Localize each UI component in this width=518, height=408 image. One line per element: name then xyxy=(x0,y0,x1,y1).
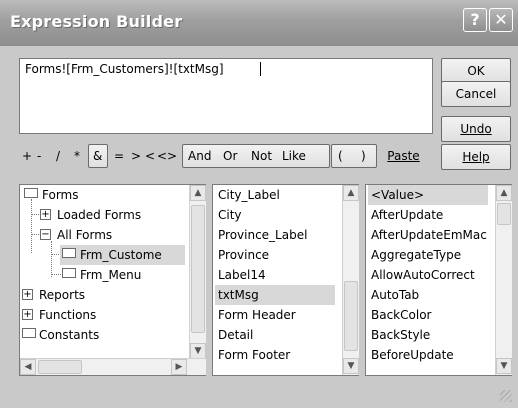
operator-greater[interactable]: > xyxy=(131,144,141,168)
plus-expand-icon: + xyxy=(40,209,51,220)
minus-collapse-icon: − xyxy=(40,229,51,240)
tree-item-constants[interactable]: Constants xyxy=(20,325,185,345)
window-title: Expression Builder xyxy=(10,12,183,31)
operator-not-equal[interactable]: <> xyxy=(157,144,177,168)
tree-label: Reports xyxy=(39,288,86,302)
field-item[interactable]: Form Header xyxy=(218,305,296,325)
operator-or[interactable]: Or xyxy=(223,144,237,168)
tree-item-forms[interactable]: Forms xyxy=(20,185,185,205)
operator-minus[interactable]: - xyxy=(37,144,41,168)
operator-equals[interactable]: = xyxy=(114,144,124,168)
scroll-thumb[interactable] xyxy=(38,360,82,374)
help-button[interactable]: Help xyxy=(441,144,511,170)
tree-label: Loaded Forms xyxy=(57,208,142,222)
scroll-thumb[interactable] xyxy=(344,281,358,351)
resize-grip[interactable] xyxy=(500,390,512,402)
folder-open-icon xyxy=(62,248,76,258)
operator-like[interactable]: Like xyxy=(282,144,306,168)
property-item[interactable]: AggregateType xyxy=(371,245,461,265)
folder-tree-pane[interactable]: Forms + Loaded Forms − All Forms Frm_Cus… xyxy=(19,184,206,376)
folder-open-icon xyxy=(24,188,38,198)
operator-not[interactable]: Not xyxy=(251,144,272,168)
tree-item-frm-menu[interactable]: Frm_Menu xyxy=(60,265,185,285)
property-item[interactable]: AutoTab xyxy=(371,285,419,305)
cancel-button[interactable]: Cancel xyxy=(441,81,511,107)
field-item[interactable]: Province xyxy=(218,245,269,265)
expression-value: Forms![Frm_Customers]![txtMsg] xyxy=(25,62,224,76)
tree-label: Frm_Menu xyxy=(80,268,142,282)
tree-item-frm-customers[interactable]: Frm_Custome xyxy=(60,245,185,265)
field-item-selected[interactable]: txtMsg xyxy=(215,285,335,305)
scroll-down-icon[interactable]: ▼ xyxy=(496,358,512,374)
property-item-selected[interactable]: <Value> xyxy=(368,185,488,205)
close-button[interactable]: ✕ xyxy=(489,8,513,32)
undo-button[interactable]: Undo xyxy=(441,116,511,142)
tree-label: Constants xyxy=(39,328,100,342)
tree-item-functions[interactable]: + Functions xyxy=(20,305,185,325)
properties-list-pane[interactable]: <Value> AfterUpdate AfterUpdateEmMac Agg… xyxy=(365,184,512,376)
field-item[interactable]: Form Footer xyxy=(218,345,290,365)
plus-expand-icon: + xyxy=(22,309,33,320)
operator-multiply[interactable]: * xyxy=(74,144,80,168)
field-item[interactable]: City xyxy=(218,205,242,225)
scroll-up-icon[interactable]: ▲ xyxy=(190,185,206,201)
operator-plus[interactable]: + xyxy=(22,144,32,168)
operator-ampersand[interactable]: & xyxy=(93,144,102,168)
tree-vertical-scrollbar[interactable]: ▲ ▼ xyxy=(189,185,206,360)
tree-label: All Forms xyxy=(57,228,113,242)
folder-icon xyxy=(22,328,36,338)
tree-horizontal-scrollbar[interactable]: ◀ ▶ xyxy=(20,358,206,375)
operator-open-paren[interactable]: ( xyxy=(338,144,343,168)
property-item[interactable]: BackColor xyxy=(371,305,431,325)
tree-item-loaded-forms[interactable]: + Loaded Forms xyxy=(20,205,185,225)
tree-item-all-forms[interactable]: − All Forms xyxy=(20,225,185,245)
operator-close-paren[interactable]: ) xyxy=(361,144,366,168)
close-icon: ✕ xyxy=(494,10,508,29)
folder-icon xyxy=(62,268,76,278)
title-bar: Expression Builder ? ✕ xyxy=(0,0,518,46)
scroll-thumb[interactable] xyxy=(191,205,205,333)
expression-builder-window: Expression Builder ? ✕ Forms![Frm_Custom… xyxy=(0,0,518,408)
plus-expand-icon: + xyxy=(22,289,33,300)
scroll-left-icon[interactable]: ◀ xyxy=(20,359,36,375)
operator-less[interactable]: < xyxy=(145,144,155,168)
operator-and[interactable]: And xyxy=(188,144,211,168)
text-caret xyxy=(260,62,261,76)
tree-line xyxy=(51,241,52,277)
fields-vertical-scrollbar[interactable]: ▲ ▼ xyxy=(342,185,359,375)
question-icon: ? xyxy=(470,10,480,29)
scroll-down-icon[interactable]: ▼ xyxy=(343,358,359,374)
field-item[interactable]: Province_Label xyxy=(218,225,307,245)
paste-label: Paste xyxy=(387,149,420,163)
help-title-button[interactable]: ? xyxy=(463,8,487,32)
fields-list-pane[interactable]: City_Label City Province_Label Province … xyxy=(212,184,359,376)
field-item[interactable]: Label14 xyxy=(218,265,266,285)
tree-label: Functions xyxy=(39,308,97,322)
scroll-up-icon[interactable]: ▲ xyxy=(496,185,512,201)
expression-textbox[interactable]: Forms![Frm_Customers]![txtMsg] xyxy=(19,58,433,134)
scroll-up-icon[interactable]: ▲ xyxy=(343,185,359,201)
operator-divide[interactable]: / xyxy=(56,144,60,168)
tree-item-reports[interactable]: + Reports xyxy=(20,285,185,305)
scroll-down-icon[interactable]: ▼ xyxy=(190,343,206,359)
property-item[interactable]: AllowAutoCorrect xyxy=(371,265,475,285)
field-item[interactable]: Detail xyxy=(218,325,253,345)
property-item[interactable]: AfterUpdateEmMac xyxy=(371,225,487,245)
property-item[interactable]: BackStyle xyxy=(371,325,430,345)
property-item[interactable]: BeforeUpdate xyxy=(371,345,454,365)
property-item[interactable]: AfterUpdate xyxy=(371,205,443,225)
tree-label: Forms xyxy=(42,188,79,202)
paste-button[interactable]: Paste xyxy=(372,144,435,170)
properties-vertical-scrollbar[interactable]: ▲ ▼ xyxy=(495,185,512,375)
tree-label: Frm_Custome xyxy=(80,248,162,262)
field-item[interactable]: City_Label xyxy=(218,185,280,205)
scroll-right-icon[interactable]: ▶ xyxy=(171,359,187,375)
scroll-thumb[interactable] xyxy=(497,203,511,225)
